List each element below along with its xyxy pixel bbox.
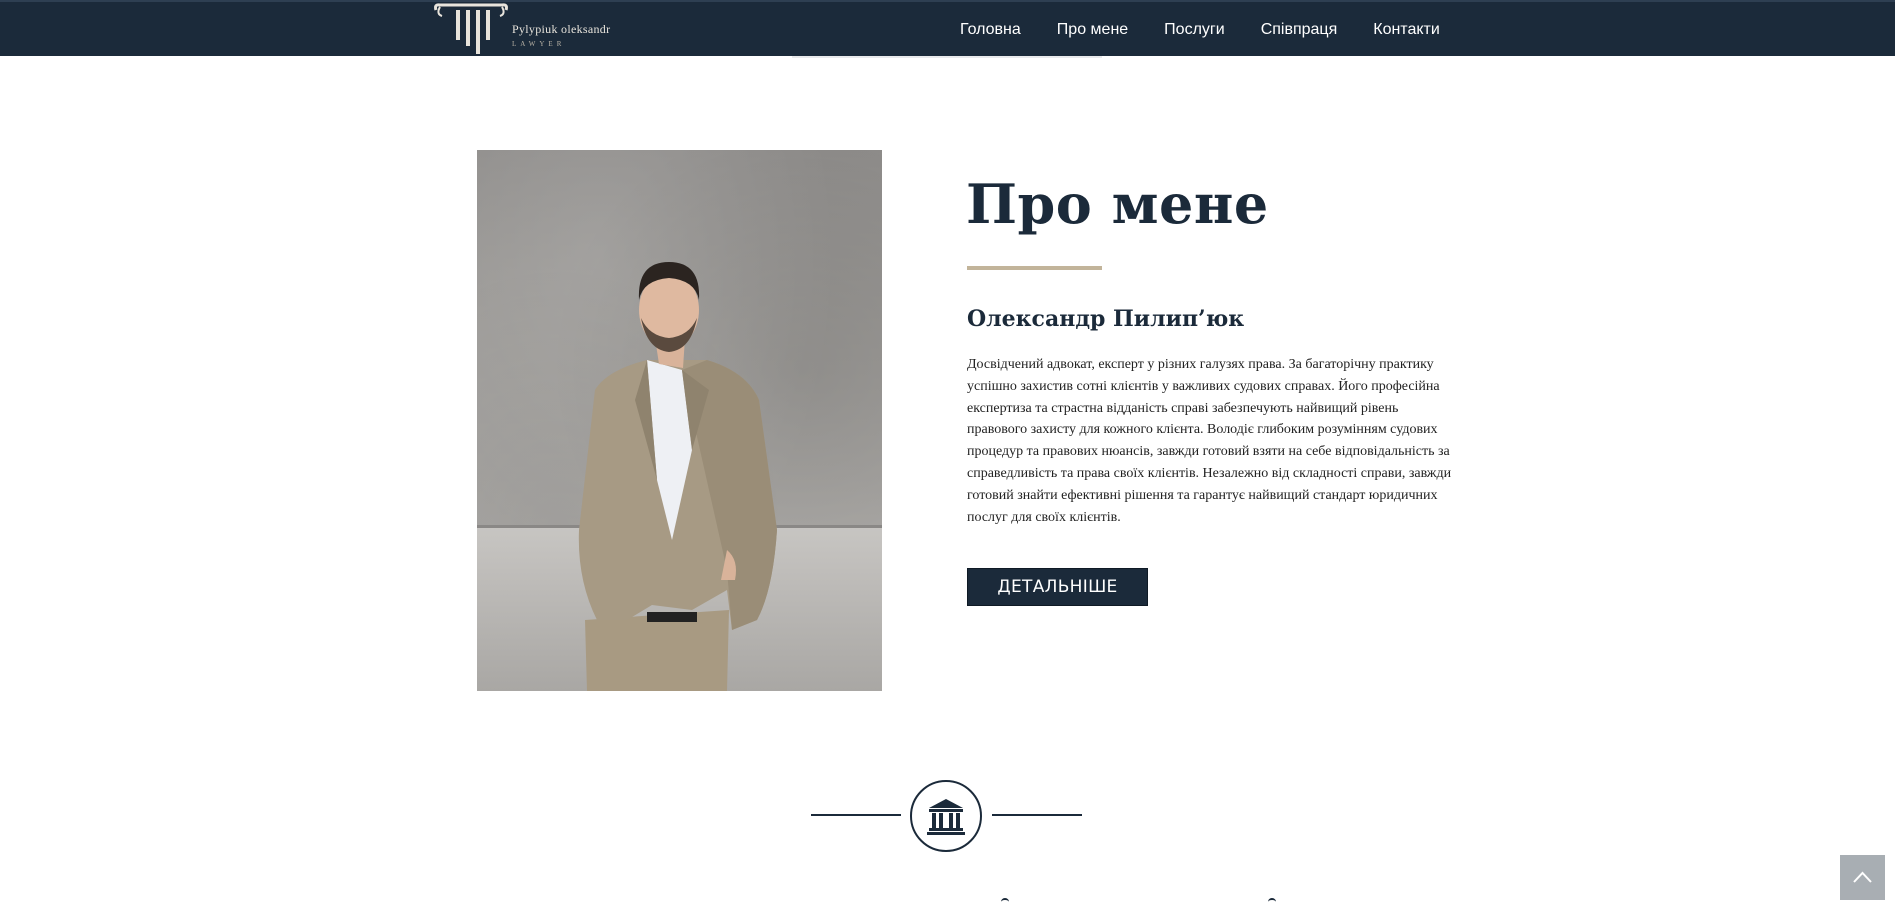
next-section-glyph bbox=[1268, 898, 1276, 906]
title-underline bbox=[967, 266, 1102, 270]
lawyer-bio: Досвідчений адвокат, експерт у різних га… bbox=[967, 357, 1452, 525]
logo-subtitle: LAWYER bbox=[512, 40, 566, 48]
divider-badge bbox=[910, 780, 982, 852]
nav-item-contacts[interactable]: Контакти bbox=[1373, 21, 1440, 39]
nav-item-about[interactable]: Про мене bbox=[1057, 21, 1128, 39]
site-header: Pylypiuk oleksandr LAWYER Головна Про ме… bbox=[0, 0, 1895, 56]
divider-line-left bbox=[811, 814, 901, 816]
main-nav: Головна Про мене Послуги Співпраця Конта… bbox=[960, 2, 1440, 58]
lawyer-name: Олександр Пилип’юк bbox=[967, 306, 1245, 332]
section-title: Про мене bbox=[966, 172, 1269, 236]
nav-item-home[interactable]: Головна bbox=[960, 21, 1021, 39]
divider-line-right bbox=[992, 814, 1082, 816]
site-logo[interactable]: Pylypiuk oleksandr LAWYER bbox=[432, 2, 652, 58]
back-to-top-button[interactable] bbox=[1840, 855, 1885, 900]
courthouse-icon bbox=[927, 799, 965, 835]
portrait-photo bbox=[477, 150, 882, 691]
details-button[interactable]: ДЕТАЛЬНІШЕ bbox=[967, 568, 1148, 606]
nav-item-services[interactable]: Послуги bbox=[1164, 21, 1225, 39]
logo-name: Pylypiuk oleksandr bbox=[512, 22, 611, 36]
chevron-up-icon bbox=[1853, 871, 1872, 883]
column-pillar-icon bbox=[434, 3, 508, 54]
person-figure bbox=[578, 262, 777, 691]
nav-active-indicator bbox=[792, 56, 1102, 58]
next-section-glyph bbox=[1001, 898, 1009, 906]
nav-item-cooperation[interactable]: Співпраця bbox=[1261, 21, 1338, 39]
